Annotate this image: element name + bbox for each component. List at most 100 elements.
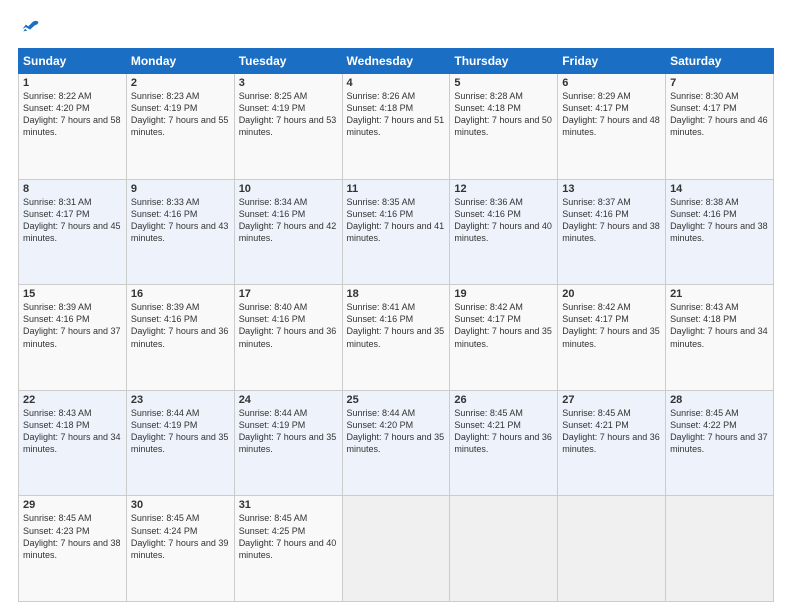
day-number: 13 — [562, 183, 661, 195]
day-detail: Sunrise: 8:35 AMSunset: 4:16 PMDaylight:… — [347, 197, 445, 243]
calendar: SundayMondayTuesdayWednesdayThursdayFrid… — [18, 48, 774, 602]
day-number: 24 — [239, 394, 338, 406]
day-number: 14 — [670, 183, 769, 195]
page: SundayMondayTuesdayWednesdayThursdayFrid… — [0, 0, 792, 612]
calendar-cell: 23Sunrise: 8:44 AMSunset: 4:19 PMDayligh… — [126, 390, 234, 496]
calendar-cell: 9 Sunrise: 8:33 AMSunset: 4:16 PMDaylight… — [126, 179, 234, 285]
day-number: 11 — [347, 183, 446, 195]
calendar-cell — [342, 496, 450, 602]
weekday-header-thursday: Thursday — [450, 49, 558, 74]
calendar-cell: 3 Sunrise: 8:25 AMSunset: 4:19 PMDaylight… — [234, 74, 342, 180]
day-detail: Sunrise: 8:45 AMSunset: 4:21 PMDaylight:… — [562, 408, 660, 454]
calendar-cell: 13 Sunrise: 8:37 AMSunset: 4:16 PMDayligh… — [558, 179, 666, 285]
calendar-cell — [558, 496, 666, 602]
calendar-week-row: 22 Sunrise: 8:43 AMSunset: 4:18 PMDayligh… — [19, 390, 774, 496]
calendar-week-row: 15 Sunrise: 8:39 AMSunset: 4:16 PMDayligh… — [19, 285, 774, 391]
weekday-header-tuesday: Tuesday — [234, 49, 342, 74]
calendar-cell: 21 Sunrise: 8:43 AMSunset: 4:18 PMDayligh… — [666, 285, 774, 391]
calendar-cell: 18 Sunrise: 8:41 AMSunset: 4:16 PMDayligh… — [342, 285, 450, 391]
calendar-cell: 7 Sunrise: 8:30 AMSunset: 4:17 PMDaylight… — [666, 74, 774, 180]
day-detail: Sunrise: 8:39 AMSunset: 4:16 PMDaylight:… — [23, 302, 121, 348]
calendar-cell: 17 Sunrise: 8:40 AMSunset: 4:16 PMDayligh… — [234, 285, 342, 391]
calendar-cell: 4 Sunrise: 8:26 AMSunset: 4:18 PMDaylight… — [342, 74, 450, 180]
day-detail: Sunrise: 8:22 AMSunset: 4:20 PMDaylight:… — [23, 91, 121, 137]
day-detail: Sunrise: 8:43 AMSunset: 4:18 PMDaylight:… — [23, 408, 121, 454]
calendar-cell: 24 Sunrise: 8:44 AMSunset: 4:19 PMDayligh… — [234, 390, 342, 496]
day-detail: Sunrise: 8:42 AMSunset: 4:17 PMDaylight:… — [562, 302, 660, 348]
day-detail: Sunrise: 8:25 AMSunset: 4:19 PMDaylight:… — [239, 91, 337, 137]
logo — [18, 18, 40, 38]
calendar-cell: 27 Sunrise: 8:45 AMSunset: 4:21 PMDayligh… — [558, 390, 666, 496]
day-number: 17 — [239, 288, 338, 300]
calendar-cell: 22 Sunrise: 8:43 AMSunset: 4:18 PMDayligh… — [19, 390, 127, 496]
calendar-cell: 25Sunrise: 8:44 AMSunset: 4:20 PMDayligh… — [342, 390, 450, 496]
day-detail: Sunrise: 8:39 AMSunset: 4:16 PMDaylight:… — [131, 302, 229, 348]
calendar-cell: 26 Sunrise: 8:45 AMSunset: 4:21 PMDayligh… — [450, 390, 558, 496]
day-number: 7 — [670, 77, 769, 89]
day-detail: Sunrise: 8:45 AMSunset: 4:23 PMDaylight:… — [23, 513, 121, 559]
day-detail: Sunrise: 8:33 AMSunset: 4:16 PMDaylight:… — [131, 197, 229, 243]
day-number: 31 — [239, 499, 338, 511]
weekday-header-friday: Friday — [558, 49, 666, 74]
day-detail: Sunrise: 8:23 AMSunset: 4:19 PMDaylight:… — [131, 91, 229, 137]
calendar-cell: 14 Sunrise: 8:38 AMSunset: 4:16 PMDayligh… — [666, 179, 774, 285]
day-detail: Sunrise: 8:26 AMSunset: 4:18 PMDaylight:… — [347, 91, 445, 137]
calendar-cell: 8 Sunrise: 8:31 AMSunset: 4:17 PMDaylight… — [19, 179, 127, 285]
logo-bird-icon — [20, 18, 40, 38]
day-detail: Sunrise: 8:43 AMSunset: 4:18 PMDaylight:… — [670, 302, 768, 348]
day-number: 5 — [454, 77, 553, 89]
day-detail: Sunrise: 8:44 AMSunset: 4:20 PMDaylight:… — [347, 408, 445, 454]
day-number: 1 — [23, 77, 122, 89]
day-number: 16 — [131, 288, 230, 300]
calendar-cell: 16 Sunrise: 8:39 AMSunset: 4:16 PMDayligh… — [126, 285, 234, 391]
weekday-header-row: SundayMondayTuesdayWednesdayThursdayFrid… — [19, 49, 774, 74]
day-number: 9 — [131, 183, 230, 195]
day-number: 10 — [239, 183, 338, 195]
day-detail: Sunrise: 8:40 AMSunset: 4:16 PMDaylight:… — [239, 302, 337, 348]
day-detail: Sunrise: 8:45 AMSunset: 4:25 PMDaylight:… — [239, 513, 337, 559]
day-detail: Sunrise: 8:41 AMSunset: 4:16 PMDaylight:… — [347, 302, 445, 348]
calendar-cell — [450, 496, 558, 602]
day-detail: Sunrise: 8:38 AMSunset: 4:16 PMDaylight:… — [670, 197, 768, 243]
day-detail: Sunrise: 8:34 AMSunset: 4:16 PMDaylight:… — [239, 197, 337, 243]
calendar-cell — [666, 496, 774, 602]
calendar-cell: 29Sunrise: 8:45 AMSunset: 4:23 PMDayligh… — [19, 496, 127, 602]
day-detail: Sunrise: 8:28 AMSunset: 4:18 PMDaylight:… — [454, 91, 552, 137]
calendar-cell: 12Sunrise: 8:36 AMSunset: 4:16 PMDayligh… — [450, 179, 558, 285]
day-number: 28 — [670, 394, 769, 406]
calendar-cell: 2Sunrise: 8:23 AMSunset: 4:19 PMDaylight… — [126, 74, 234, 180]
weekday-header-sunday: Sunday — [19, 49, 127, 74]
day-detail: Sunrise: 8:44 AMSunset: 4:19 PMDaylight:… — [239, 408, 337, 454]
day-number: 4 — [347, 77, 446, 89]
weekday-header-wednesday: Wednesday — [342, 49, 450, 74]
day-number: 23 — [131, 394, 230, 406]
day-number: 18 — [347, 288, 446, 300]
day-number: 6 — [562, 77, 661, 89]
day-number: 21 — [670, 288, 769, 300]
day-detail: Sunrise: 8:29 AMSunset: 4:17 PMDaylight:… — [562, 91, 660, 137]
calendar-cell: 15 Sunrise: 8:39 AMSunset: 4:16 PMDayligh… — [19, 285, 127, 391]
calendar-week-row: 8 Sunrise: 8:31 AMSunset: 4:17 PMDaylight… — [19, 179, 774, 285]
day-number: 22 — [23, 394, 122, 406]
day-number: 27 — [562, 394, 661, 406]
calendar-cell: 31 Sunrise: 8:45 AMSunset: 4:25 PMDayligh… — [234, 496, 342, 602]
day-detail: Sunrise: 8:37 AMSunset: 4:16 PMDaylight:… — [562, 197, 660, 243]
calendar-table: SundayMondayTuesdayWednesdayThursdayFrid… — [18, 48, 774, 602]
day-detail: Sunrise: 8:45 AMSunset: 4:21 PMDaylight:… — [454, 408, 552, 454]
day-number: 26 — [454, 394, 553, 406]
calendar-cell: 19 Sunrise: 8:42 AMSunset: 4:17 PMDayligh… — [450, 285, 558, 391]
day-number: 3 — [239, 77, 338, 89]
calendar-cell: 11 Sunrise: 8:35 AMSunset: 4:16 PMDayligh… — [342, 179, 450, 285]
calendar-cell: 1 Sunrise: 8:22 AMSunset: 4:20 PMDaylight… — [19, 74, 127, 180]
calendar-cell: 10 Sunrise: 8:34 AMSunset: 4:16 PMDayligh… — [234, 179, 342, 285]
day-number: 8 — [23, 183, 122, 195]
day-number: 15 — [23, 288, 122, 300]
day-detail: Sunrise: 8:30 AMSunset: 4:17 PMDaylight:… — [670, 91, 768, 137]
calendar-cell: 28 Sunrise: 8:45 AMSunset: 4:22 PMDayligh… — [666, 390, 774, 496]
day-number: 19 — [454, 288, 553, 300]
day-detail: Sunrise: 8:31 AMSunset: 4:17 PMDaylight:… — [23, 197, 121, 243]
calendar-cell: 20Sunrise: 8:42 AMSunset: 4:17 PMDayligh… — [558, 285, 666, 391]
day-detail: Sunrise: 8:45 AMSunset: 4:22 PMDaylight:… — [670, 408, 768, 454]
day-detail: Sunrise: 8:42 AMSunset: 4:17 PMDaylight:… — [454, 302, 552, 348]
calendar-cell: 30Sunrise: 8:45 AMSunset: 4:24 PMDayligh… — [126, 496, 234, 602]
